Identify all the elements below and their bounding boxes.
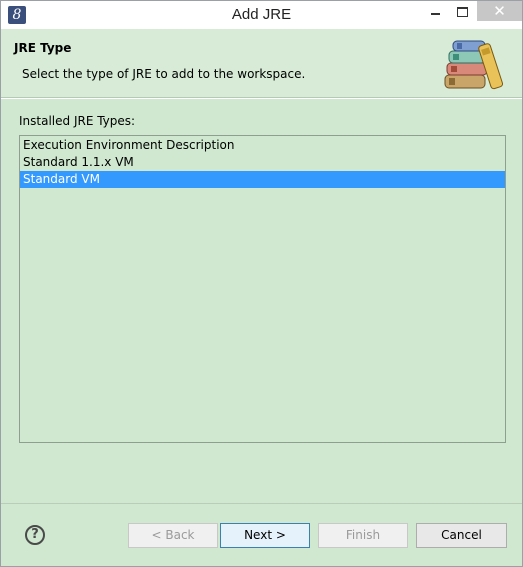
installed-jre-types-label: Installed JRE Types:	[19, 114, 136, 128]
list-item-execution-environment[interactable]: Execution Environment Description	[20, 137, 505, 154]
list-item-standard-1-1-x-vm[interactable]: Standard 1.1.x VM	[20, 154, 505, 171]
add-jre-dialog: 8 Add JRE ✕ JRE Type Select the type of …	[0, 0, 523, 567]
help-button[interactable]: ?	[25, 525, 45, 545]
minimize-icon	[430, 12, 440, 15]
wizard-header: JRE Type Select the type of JRE to add t…	[1, 29, 522, 98]
title-bar[interactable]: 8 Add JRE ✕	[1, 1, 522, 29]
help-icon: ?	[31, 527, 39, 542]
close-icon: ✕	[493, 2, 506, 20]
maximize-button[interactable]	[450, 1, 474, 21]
next-button[interactable]: Next >	[220, 523, 310, 548]
cancel-button[interactable]: Cancel	[416, 523, 507, 548]
minimize-button[interactable]	[424, 1, 446, 21]
page-title: JRE Type	[14, 41, 72, 55]
back-button[interactable]: < Back	[128, 523, 218, 548]
jre-types-list[interactable]: Execution Environment Description Standa…	[19, 135, 506, 443]
page-description: Select the type of JRE to add to the wor…	[22, 67, 306, 81]
maximize-icon	[456, 6, 468, 17]
list-item-standard-vm[interactable]: Standard VM	[20, 171, 505, 188]
button-bar-divider	[1, 503, 522, 504]
books-icon	[444, 40, 503, 90]
finish-button[interactable]: Finish	[318, 523, 408, 548]
close-button[interactable]: ✕	[477, 1, 522, 21]
header-divider	[1, 98, 522, 99]
